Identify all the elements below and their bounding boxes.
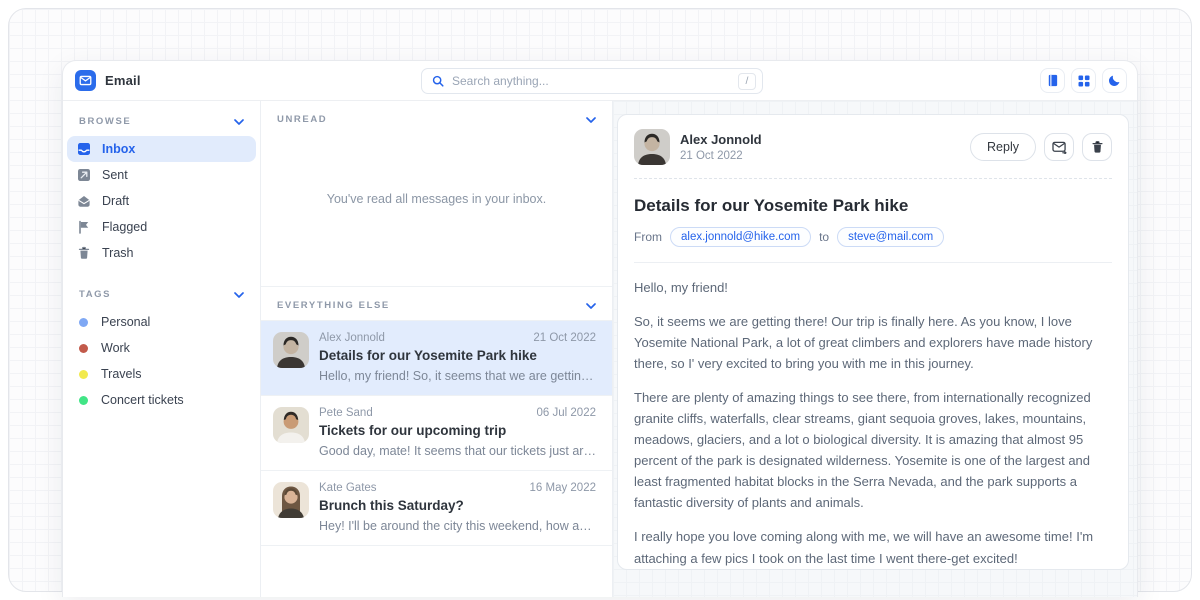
detail-subject: Details for our Yosemite Park hike	[634, 196, 1112, 216]
mail-date: 16 May 2022	[530, 482, 597, 494]
sidebar-item-label: Sent	[102, 168, 128, 182]
avatar	[273, 407, 309, 443]
unread-empty-state: You've read all messages in your inbox.	[261, 134, 612, 264]
chevron-down-icon	[586, 117, 596, 123]
everything-else-label: EVERYTHING ELSE	[277, 300, 390, 311]
mail-date: 06 Jul 2022	[537, 407, 596, 419]
detail-sender-name: Alex Jonnold	[680, 132, 762, 147]
tag-color-dot	[79, 370, 88, 379]
tags-label: TAGS	[79, 289, 111, 300]
mail-list-item[interactable]: Pete Sand 06 Jul 2022 Tickets for our up…	[261, 395, 612, 470]
mail-subject: Brunch this Saturday?	[319, 498, 596, 513]
from-email-chip[interactable]: alex.jonnold@hike.com	[670, 227, 811, 247]
mail-preview: Good day, mate! It seems that our ticket…	[319, 444, 596, 458]
tag-label: Work	[101, 341, 130, 355]
tag-item-personal[interactable]: Personal	[67, 309, 256, 335]
unread-empty-text: You've read all messages in your inbox.	[327, 192, 546, 206]
mail-preview: Hey! I'll be around the city this weeken…	[319, 519, 596, 533]
mail-list-column: UNREAD You've read all messages in your …	[261, 101, 613, 597]
everything-else-section-header[interactable]: EVERYTHING ELSE	[261, 286, 612, 320]
search-input[interactable]: Search anything... /	[421, 68, 763, 94]
mail-subject: Tickets for our upcoming trip	[319, 423, 596, 438]
email-logo-icon	[75, 70, 96, 91]
tag-label: Personal	[101, 315, 150, 329]
moon-icon[interactable]	[1102, 68, 1127, 93]
from-label: From	[634, 230, 662, 244]
tag-label: Travels	[101, 367, 142, 381]
sidebar-item-inbox[interactable]: Inbox	[67, 136, 256, 162]
mail-body-text: Hello, my friend! So, it seems we are ge…	[634, 277, 1112, 570]
trash-icon	[77, 246, 91, 260]
mail-sender: Alex Jonnold	[319, 332, 385, 344]
header-actions	[1040, 68, 1127, 93]
sent-icon	[77, 168, 91, 182]
mail-sender: Kate Gates	[319, 482, 377, 494]
tag-label: Concert tickets	[101, 393, 184, 407]
inbox-icon	[77, 142, 91, 156]
forward-mail-icon[interactable]	[1044, 133, 1074, 161]
mail-detail-header: Alex Jonnold 21 Oct 2022 Reply	[634, 129, 1112, 165]
mail-subject: Details for our Yosemite Park hike	[319, 348, 596, 363]
body-paragraph: Hello, my friend!	[634, 277, 1112, 298]
search-shortcut-key: /	[738, 73, 756, 90]
sidebar-item-sent[interactable]: Sent	[67, 162, 256, 188]
divider	[634, 178, 1112, 179]
tag-color-dot	[79, 344, 88, 353]
chevron-down-icon	[234, 119, 244, 125]
tag-item-work[interactable]: Work	[67, 335, 256, 361]
mail-sender: Pete Sand	[319, 407, 373, 419]
apps-grid-icon[interactable]	[1071, 68, 1096, 93]
app-header: Email Search anything... /	[63, 61, 1137, 101]
tag-color-dot	[79, 396, 88, 405]
avatar	[634, 129, 670, 165]
mail-list-item[interactable]: Kate Gates 16 May 2022 Brunch this Satur…	[261, 470, 612, 546]
divider	[634, 262, 1112, 263]
mail-list-item[interactable]: Alex Jonnold 21 Oct 2022 Details for our…	[261, 320, 612, 395]
trash-icon[interactable]	[1082, 133, 1112, 161]
mail-detail-pane: Alex Jonnold 21 Oct 2022 Reply De	[613, 101, 1137, 597]
unread-label: UNREAD	[277, 114, 327, 125]
app-title: Email	[105, 73, 141, 88]
body-paragraph: I really hope you love coming along with…	[634, 526, 1112, 568]
tags-section-header[interactable]: TAGS	[67, 278, 256, 309]
body-paragraph: There are plenty of amazing things to se…	[634, 387, 1112, 513]
sidebar-item-trash[interactable]: Trash	[67, 240, 256, 266]
sidebar-item-label: Trash	[102, 246, 134, 260]
tag-item-travels[interactable]: Travels	[67, 361, 256, 387]
sidebar-item-draft[interactable]: Draft	[67, 188, 256, 214]
sidebar: BROWSE Inbox Sent Draft Flagged Tra	[63, 101, 261, 597]
browse-section-header[interactable]: BROWSE	[67, 105, 256, 136]
tag-color-dot	[79, 318, 88, 327]
avatar	[273, 482, 309, 518]
draft-icon	[77, 194, 91, 208]
sidebar-item-label: Inbox	[102, 142, 135, 156]
to-label: to	[819, 230, 829, 244]
detail-date: 21 Oct 2022	[680, 150, 762, 162]
sidebar-item-label: Draft	[102, 194, 129, 208]
mail-preview: Hello, my friend! So, it seems that we a…	[319, 369, 596, 383]
flag-icon	[77, 220, 91, 234]
sidebar-item-label: Flagged	[102, 220, 147, 234]
chevron-down-icon	[586, 303, 596, 309]
mail-date: 21 Oct 2022	[533, 332, 596, 344]
search-placeholder: Search anything...	[452, 74, 738, 88]
browse-label: BROWSE	[79, 116, 131, 127]
to-email-chip[interactable]: steve@mail.com	[837, 227, 944, 247]
chevron-down-icon	[234, 292, 244, 298]
avatar	[273, 332, 309, 368]
tag-item-concert-tickets[interactable]: Concert tickets	[67, 387, 256, 413]
email-app-window: Email Search anything... / BROWSE	[62, 60, 1138, 597]
book-icon[interactable]	[1040, 68, 1065, 93]
from-to-row: From alex.jonnold@hike.com to steve@mail…	[634, 227, 1112, 247]
mail-detail-card: Alex Jonnold 21 Oct 2022 Reply De	[617, 114, 1129, 570]
search-icon	[432, 75, 444, 87]
body-paragraph: So, it seems we are getting there! Our t…	[634, 311, 1112, 374]
reply-button[interactable]: Reply	[970, 133, 1036, 161]
unread-section-header[interactable]: UNREAD	[261, 101, 612, 134]
sidebar-item-flagged[interactable]: Flagged	[67, 214, 256, 240]
